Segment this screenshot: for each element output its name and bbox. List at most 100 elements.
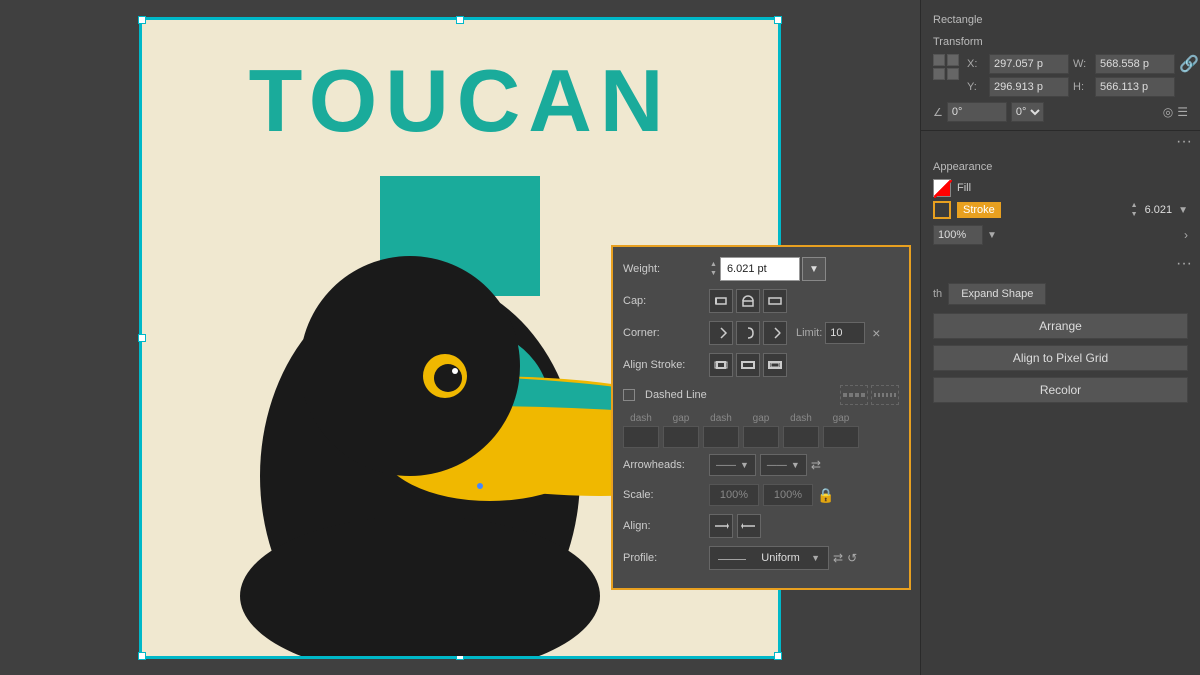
rect-section-label: Rectangle (921, 8, 1200, 28)
limit-label: Limit: (796, 327, 822, 339)
profile-reset-btn[interactable]: ↺ (847, 551, 857, 565)
scale-input-1[interactable] (709, 484, 759, 506)
corner-round-btn[interactable] (736, 321, 760, 345)
limit-input[interactable] (825, 322, 865, 344)
appearance-section: Appearance Fill Stroke ▲ ▼ 6.021 ▼ (921, 153, 1200, 253)
profile-value: Uniform (761, 552, 800, 564)
transform-section: Transform X: W: 🔗 Y: (921, 28, 1200, 131)
dashed-checkbox[interactable] (623, 389, 635, 401)
constrain-icon[interactable]: 🔗 (1179, 54, 1199, 74)
profile-label: Profile: (623, 552, 703, 564)
opacity-row: ▼ › (933, 225, 1188, 245)
appearance-label: Appearance (933, 161, 1188, 173)
profile-flip-btn[interactable]: ⇄ (833, 551, 843, 565)
transform-icon4 (947, 68, 959, 80)
align-pixel-button[interactable]: Align to Pixel Grid (933, 345, 1188, 371)
swap-arrows-btn[interactable]: ⇄ (811, 458, 821, 472)
stroke-dropdown[interactable]: ▼ (1178, 205, 1188, 216)
recolor-button[interactable]: Recolor (933, 377, 1188, 403)
corner-miter-btn[interactable] (709, 321, 733, 345)
action-buttons-section: th Expand Shape Arrange Align to Pixel G… (921, 275, 1200, 411)
y-label: Y: (967, 81, 985, 93)
dash-input-1[interactable] (623, 426, 659, 448)
align-end-btn[interactable] (737, 514, 761, 538)
x-label: X: (967, 58, 985, 70)
arrowhead-end-select[interactable]: —— ▼ (760, 454, 807, 476)
dash-input-2[interactable] (703, 426, 739, 448)
cap-label: Cap: (623, 295, 703, 307)
transform-label: Transform (933, 36, 1188, 48)
right-panel: Rectangle Transform X: W: 🔗 (920, 0, 1200, 675)
scale-label: Scale: (623, 489, 703, 501)
gap-input-1[interactable] (663, 426, 699, 448)
h-input[interactable] (1095, 77, 1175, 97)
profile-select[interactable]: —— Uniform ▼ (709, 546, 829, 570)
align-outside-btn[interactable] (763, 353, 787, 377)
stroke-row: Stroke ▲ ▼ 6.021 ▼ (933, 201, 1188, 219)
cap-project-btn[interactable] (763, 289, 787, 313)
handle-tm[interactable] (456, 16, 464, 24)
cap-butt-btn[interactable] (709, 289, 733, 313)
stroke-label[interactable]: Stroke (957, 202, 1001, 218)
angle-dropdown[interactable]: 0° (1011, 102, 1044, 122)
align-inside-btn[interactable] (736, 353, 760, 377)
align-stroke-label: Align Stroke: (623, 359, 703, 371)
dash-col-1: dash (623, 413, 659, 424)
opacity-dropdown[interactable]: ▼ (987, 230, 997, 241)
fill-label: Fill (957, 182, 971, 194)
expand-opacity-btn[interactable]: › (1184, 228, 1188, 242)
profile-row: Profile: —— Uniform ▼ ⇄ ↺ (623, 546, 899, 570)
arrowheads-label: Arrowheads: (623, 459, 703, 471)
cap-round-btn[interactable] (736, 289, 760, 313)
dash-col-3: dash (783, 413, 819, 424)
dash-inputs-section: dash gap dash gap dash gap (623, 413, 899, 448)
toucan-title: TOUCAN (142, 50, 778, 152)
dash-input-3[interactable] (783, 426, 819, 448)
fill-row: Fill (933, 179, 1188, 197)
corner-label: Corner: (623, 327, 703, 339)
corner-bevel-btn[interactable] (763, 321, 787, 345)
dash-col-2: dash (703, 413, 739, 424)
opacity-input[interactable] (933, 225, 983, 245)
stroke-value-group: ▲ ▼ 6.021 ▼ (1130, 201, 1188, 219)
stroke-number: 6.021 (1141, 204, 1177, 216)
gap-col-3: gap (823, 413, 859, 424)
gap-input-2[interactable] (743, 426, 779, 448)
h-label: H: (1073, 81, 1091, 93)
stroke-stepper[interactable]: ▲ ▼ (1130, 201, 1139, 219)
dash-icon2[interactable] (871, 385, 899, 405)
angle-input[interactable] (947, 102, 1007, 122)
scale-icon: 🔒 (817, 487, 834, 504)
handle-tr[interactable] (774, 16, 782, 24)
appearance-more-btn[interactable]: ··· (921, 253, 1200, 275)
stroke-popup-panel: Weight: ▲ ▼ ▼ Cap: (611, 245, 911, 590)
fill-icon[interactable] (933, 179, 951, 197)
gap-col-1: gap (663, 413, 699, 424)
weight-stepper[interactable]: ▲ ▼ (709, 260, 718, 278)
arrange-button[interactable]: Arrange (933, 313, 1188, 339)
dash-icon1[interactable] (840, 385, 868, 405)
handle-tl[interactable] (138, 16, 146, 24)
arrowheads-row: Arrowheads: —— ▼ —— ▼ ⇄ (623, 454, 899, 476)
profile-dropdown-icon: ▼ (811, 553, 820, 563)
weight-input[interactable] (720, 257, 800, 281)
transform-more-btn[interactable]: ··· (921, 131, 1200, 153)
arrowhead-start-select[interactable]: —— ▼ (709, 454, 756, 476)
cap-row: Cap: (623, 289, 899, 313)
align-center-btn[interactable] (709, 353, 733, 377)
scale-input-2[interactable] (763, 484, 813, 506)
expand-shape-button[interactable]: Expand Shape (948, 283, 1046, 305)
gap-input-3[interactable] (823, 426, 859, 448)
dashed-label: Dashed Line (645, 389, 707, 401)
x-input[interactable] (989, 54, 1069, 74)
align-arrows-label: Align: (623, 520, 703, 532)
align-start-btn[interactable] (709, 514, 733, 538)
w-label: W: (1073, 58, 1091, 70)
y-input[interactable] (989, 77, 1069, 97)
limit-x-btn[interactable]: × (868, 325, 884, 341)
dashed-line-row: Dashed Line (623, 385, 899, 405)
gap-col-2: gap (743, 413, 779, 424)
stroke-icon[interactable] (933, 201, 951, 219)
weight-dropdown[interactable]: ▼ (802, 257, 826, 281)
w-input[interactable] (1095, 54, 1175, 74)
